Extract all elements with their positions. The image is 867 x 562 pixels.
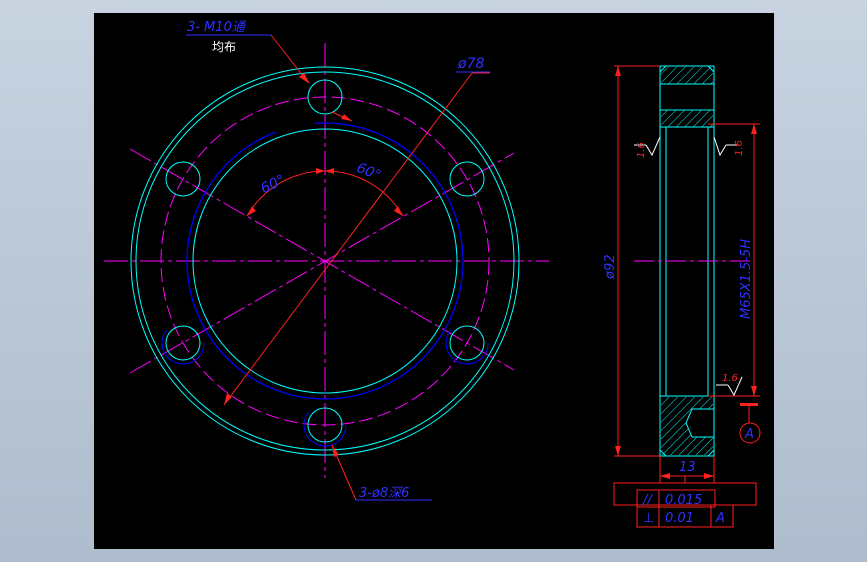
- roughness-symbol-bottom-right: 1.6: [716, 373, 743, 397]
- angle-arrow-2: [316, 168, 325, 174]
- tolerance-row2-value: 0.01: [665, 511, 694, 526]
- roughness-symbol-top-left: 1.6: [634, 136, 661, 158]
- thread-label: M65X1.5-5H: [739, 239, 754, 319]
- angle-arrow-4: [394, 206, 403, 216]
- diameter-arrow-lower: [224, 393, 232, 405]
- datum-triangle-base: [740, 403, 758, 406]
- angle-arrow-1: [247, 206, 256, 216]
- hatch-upper-1: [661, 67, 713, 84]
- side-diameter-label: ø92: [603, 255, 618, 281]
- roughness-symbol-top-right: 1.6: [713, 136, 745, 157]
- front-view: ø78 60° 60° 3- M10通 均布 3-ø8深6: [104, 20, 549, 501]
- counterbore-section: [685, 408, 715, 438]
- tapped-hole-arrow: [299, 73, 310, 84]
- tolerance-row2-symbol: ⊥: [643, 511, 654, 526]
- cad-viewport[interactable]: ø78 60° 60° 3- M10通 均布 3-ø8深6 ø92 M65X1.…: [94, 13, 774, 549]
- tolerance-row1-symbol: //: [642, 493, 653, 508]
- cad-drawing: ø78 60° 60° 3- M10通 均布 3-ø8深6 ø92 M65X1.…: [104, 20, 761, 528]
- side-view: ø92 M65X1.5-5H 1.6 1.6 1.6 A 13: [603, 65, 761, 483]
- top-hole-arrow: [341, 114, 352, 121]
- tapped-hole-callout-line1: 3- M10通: [187, 20, 247, 35]
- outer-diameter-label: ø78: [457, 56, 484, 72]
- svg-text:1.6: 1.6: [722, 373, 738, 384]
- angle-left-label: 60°: [258, 172, 287, 197]
- tapped-hole-leader: [270, 34, 308, 82]
- angle-arrow-3: [325, 168, 334, 174]
- diameter-dimension-line: [223, 72, 473, 406]
- width-label: 13: [679, 460, 696, 475]
- thread-arrow-bottom: [751, 386, 757, 396]
- tolerance-frame: // 0.015 ⊥ 0.01 A: [613, 476, 757, 528]
- angle-right-label: 60°: [354, 160, 383, 184]
- width-arrow-left: [660, 473, 670, 479]
- tolerance-row2-datum: A: [715, 511, 725, 526]
- svg-text:1.6: 1.6: [636, 142, 647, 158]
- tolerance-row1-value: 0.015: [665, 493, 702, 508]
- datum-label: A: [744, 427, 754, 442]
- thread-arrow-top: [751, 124, 757, 134]
- width-arrow-right: [704, 473, 714, 479]
- od-arrow-bottom: [615, 446, 621, 456]
- hatch-upper-2: [661, 110, 713, 127]
- counterbore-callout: 3-ø8深6: [359, 486, 409, 501]
- svg-text:1.6: 1.6: [734, 140, 745, 156]
- angle-arc-left: [246, 170, 326, 217]
- od-arrow-top: [615, 66, 621, 76]
- tapped-hole-callout-line2: 均布: [212, 40, 236, 54]
